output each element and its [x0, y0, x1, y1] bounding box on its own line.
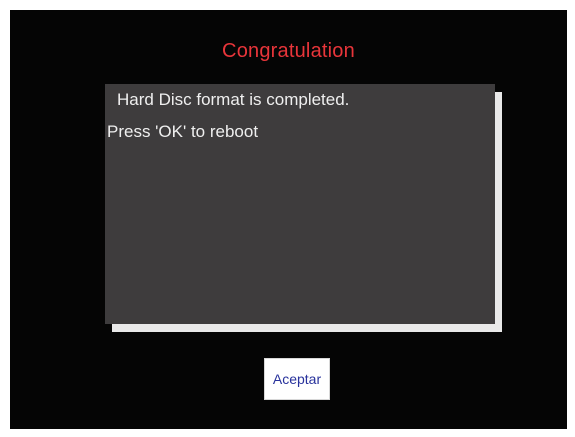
- tv-screen: Congratulation Hard Disc format is compl…: [10, 10, 567, 429]
- reboot-instruction-message: Press 'OK' to reboot: [107, 122, 259, 141]
- message-panel: Hard Disc format is completed. Press 'OK…: [105, 84, 495, 324]
- accept-button-label: Aceptar: [272, 371, 322, 387]
- accept-button[interactable]: Aceptar: [264, 358, 330, 400]
- dialog-title: Congratulation: [222, 40, 355, 62]
- format-completed-message: Hard Disc format is completed.: [117, 90, 350, 109]
